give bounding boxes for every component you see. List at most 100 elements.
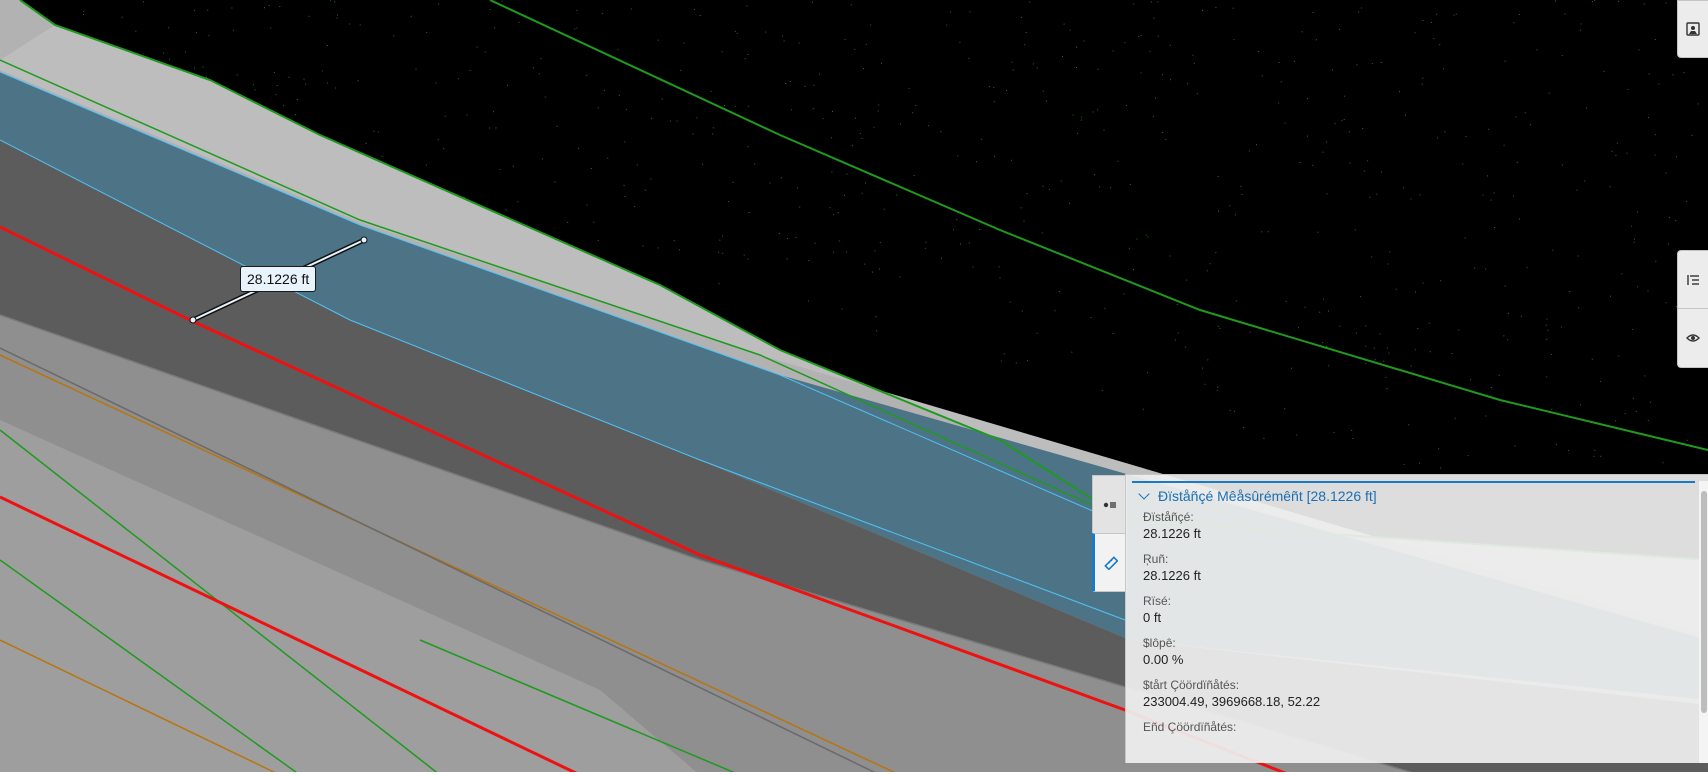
point-dot — [194, 9, 196, 11]
point-dot — [1036, 332, 1038, 334]
point-dot — [1334, 123, 1336, 125]
point-dot — [1202, 367, 1203, 369]
point-dot — [337, 14, 338, 16]
point-dot — [1665, 172, 1667, 174]
point-dot — [1103, 129, 1105, 131]
point-dot — [1365, 345, 1367, 347]
point-dot — [1439, 44, 1441, 46]
point-dot — [373, 130, 375, 132]
capture-button[interactable] — [1677, 0, 1708, 58]
measurement-header[interactable]: Ðïståñçé Mêåsûrémêñt [28.1226 ft] — [1132, 483, 1695, 509]
point-dot — [1552, 249, 1554, 251]
point-dot — [837, 212, 839, 214]
point-dot — [732, 181, 734, 183]
point-dot — [268, 5, 270, 7]
point-dot — [1325, 141, 1327, 143]
point-dot — [1125, 105, 1127, 106]
point-dot — [576, 27, 578, 29]
point-dot — [1529, 124, 1531, 126]
point-dot — [778, 233, 780, 234]
measurement-title: Ðïståñçé Mêåsûrémêñt [28.1226 ft] — [1158, 488, 1377, 504]
point-dot — [1157, 1, 1159, 3]
measurement-end-point[interactable] — [360, 236, 368, 244]
point-dot — [1356, 64, 1358, 66]
point-dot — [1421, 83, 1423, 85]
point-dot — [1440, 467, 1442, 469]
visibility-button[interactable] — [1677, 308, 1708, 368]
point-dot — [1234, 214, 1236, 216]
point-dot — [1414, 32, 1416, 34]
point-dot — [1263, 437, 1265, 439]
tab-properties[interactable] — [1092, 475, 1127, 534]
point-dot — [1174, 339, 1176, 341]
point-dot — [1080, 119, 1082, 121]
point-dot — [1536, 49, 1538, 51]
panel-scrollbar-thumb[interactable] — [1701, 491, 1707, 713]
point-dot — [873, 126, 875, 128]
point-dot — [846, 173, 848, 175]
point-dot — [1465, 136, 1467, 138]
point-dot — [924, 247, 926, 249]
point-dot — [1076, 67, 1077, 68]
point-dot — [1145, 234, 1147, 236]
point-dot — [1626, 152, 1628, 154]
point-dot — [1248, 150, 1250, 152]
point-dot — [1165, 139, 1167, 140]
model-tree-button[interactable] — [1677, 250, 1708, 309]
point-dot — [1261, 231, 1263, 233]
point-dot — [748, 212, 750, 213]
point-dot — [874, 250, 876, 252]
point-dot — [295, 114, 296, 116]
point-dot — [972, 266, 974, 268]
point-dot — [844, 38, 846, 40]
point-dot — [1594, 0, 1596, 2]
point-dot — [236, 74, 238, 76]
point-dot — [1328, 365, 1330, 367]
point-dot — [296, 99, 298, 100]
point-dot — [1299, 162, 1301, 163]
point-dot — [1020, 16, 1022, 18]
point-dot — [1140, 72, 1142, 74]
point-dot — [1215, 252, 1217, 253]
point-dot — [1020, 207, 1022, 209]
point-dot — [273, 71, 275, 73]
point-dot — [679, 249, 681, 251]
point-dot — [832, 110, 833, 112]
point-dot — [1042, 185, 1044, 187]
point-dot — [780, 177, 782, 179]
point-dot — [879, 242, 881, 244]
point-dot — [1408, 424, 1410, 426]
point-dot — [724, 104, 725, 106]
point-dot — [1470, 379, 1471, 381]
point-dot — [1258, 51, 1260, 52]
point-dot — [1504, 60, 1506, 62]
panel-scrollbar[interactable] — [1699, 481, 1708, 763]
point-dot — [326, 82, 328, 84]
point-dot — [1415, 291, 1416, 293]
point-dot — [554, 181, 556, 183]
point-dot — [607, 157, 609, 159]
point-dot — [1576, 189, 1578, 191]
point-dot — [586, 74, 588, 76]
point-dot — [1371, 256, 1373, 258]
measurement-start-point[interactable] — [189, 316, 197, 324]
point-dot — [1371, 63, 1373, 65]
point-dot — [957, 155, 959, 157]
point-dot — [850, 4, 852, 6]
tab-measure[interactable] — [1092, 533, 1127, 592]
point-dot — [1438, 448, 1440, 450]
point-dot — [1658, 83, 1660, 85]
point-dot — [953, 229, 954, 231]
point-dot — [1072, 114, 1074, 116]
point-dot — [1422, 282, 1424, 284]
point-dot — [1129, 184, 1131, 185]
point-dot — [969, 11, 971, 13]
point-dot — [1555, 0, 1556, 2]
point-dot — [1610, 295, 1611, 297]
point-dot — [1546, 318, 1548, 320]
point-dot — [1048, 188, 1050, 190]
point-dot — [1410, 198, 1412, 200]
point-dot — [1648, 73, 1650, 75]
point-dot — [851, 145, 853, 147]
image-capture-icon — [1686, 22, 1700, 36]
